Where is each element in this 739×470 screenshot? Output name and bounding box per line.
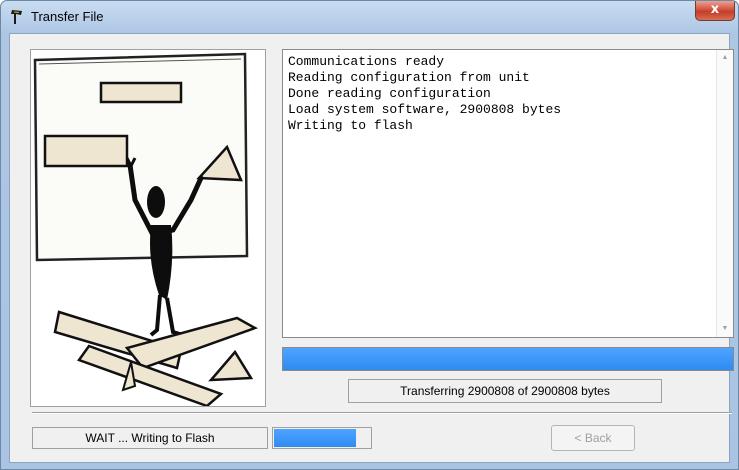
- stick-figure-illustration: [33, 52, 259, 408]
- log-lines: Communications ready Reading configurati…: [288, 54, 561, 134]
- log-line: Writing to flash: [288, 118, 413, 133]
- window-title: Transfer File: [31, 9, 104, 24]
- transfer-file-window: Transfer File x Communications ready Rea…: [0, 0, 739, 470]
- back-button[interactable]: < Back: [551, 425, 635, 451]
- log-line: Communications ready: [288, 54, 445, 69]
- vertical-scrollbar[interactable]: ▲ ▼: [716, 50, 733, 337]
- log-line: Reading configuration from unit: [288, 70, 530, 85]
- app-icon: [11, 10, 22, 24]
- flash-progress-bar: [272, 427, 372, 449]
- transfer-progress-bar: [282, 347, 734, 371]
- scroll-down-icon[interactable]: ▼: [717, 321, 733, 337]
- illustration-panel: [30, 49, 266, 408]
- title-bar[interactable]: Transfer File x: [1, 1, 738, 33]
- close-icon: x: [710, 2, 720, 17]
- scroll-up-icon[interactable]: ▲: [717, 50, 733, 66]
- flash-progress-fill: [274, 429, 356, 447]
- divider: [32, 412, 732, 414]
- log-line: Done reading configuration: [288, 86, 491, 101]
- log-text-area[interactable]: Communications ready Reading configurati…: [282, 49, 734, 338]
- wait-status-text: WAIT ... Writing to Flash: [32, 427, 268, 449]
- dialog-client-area: Communications ready Reading configurati…: [9, 33, 734, 463]
- close-button[interactable]: x: [695, 1, 735, 21]
- transfer-status-text: Transferring 2900808 of 2900808 bytes: [348, 379, 662, 403]
- log-line: Load system software, 2900808 bytes: [288, 102, 562, 117]
- transfer-progress-fill: [283, 348, 733, 370]
